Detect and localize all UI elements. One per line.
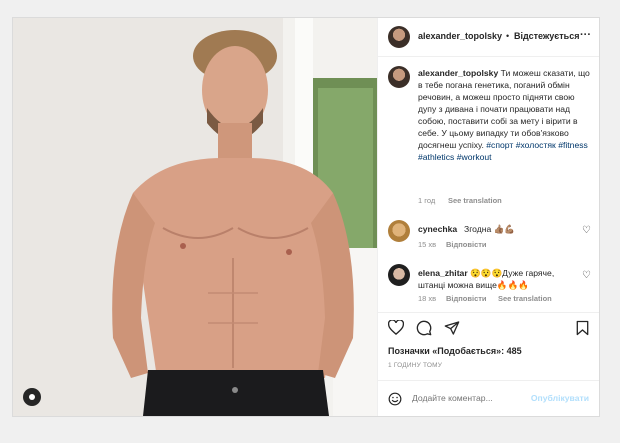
- author-avatar[interactable]: [388, 26, 410, 48]
- heart-icon[interactable]: [388, 320, 404, 335]
- comment-like-heart-icon[interactable]: ♡: [582, 225, 591, 236]
- comment-item: cynechka Згодна 👍🏽💪🏽 ♡ 15 хв Відповісти: [378, 220, 599, 256]
- caption-see-translation[interactable]: See translation: [448, 196, 502, 205]
- caption-avatar[interactable]: [388, 66, 410, 88]
- comment-avatar[interactable]: [388, 220, 410, 242]
- post-actions: [378, 318, 599, 338]
- comment-username[interactable]: elena_zhitar: [418, 268, 468, 278]
- author-username[interactable]: alexander_topolsky: [418, 31, 502, 41]
- hashtag-fitness[interactable]: #fitness: [558, 140, 588, 150]
- actions-divider: [378, 312, 599, 313]
- comment-time[interactable]: 15 хв: [418, 240, 436, 249]
- hashtag-bachelor[interactable]: #холостяк: [516, 140, 556, 150]
- caption-username[interactable]: alexander_topolsky: [418, 68, 498, 78]
- instagram-post-card: alexander_topolsky • Відстежується ··· a…: [12, 17, 600, 417]
- bookmark-icon[interactable]: [576, 320, 589, 336]
- comment-reply-button[interactable]: Відповісти: [446, 240, 487, 249]
- caption-meta: 1 год See translation: [378, 196, 599, 208]
- more-options-button[interactable]: ···: [580, 29, 591, 41]
- post-timestamp[interactable]: 1 ГОДИНУ ТОМУ: [388, 362, 442, 369]
- comment-time[interactable]: 18 хв: [418, 294, 436, 303]
- comment-see-translation[interactable]: See translation: [498, 294, 552, 303]
- hashtag-athletics[interactable]: #athletics: [418, 152, 454, 162]
- comment-reply-button[interactable]: Відповісти: [446, 294, 487, 303]
- comment-like-heart-icon[interactable]: ♡: [582, 270, 591, 281]
- following-button[interactable]: Відстежується: [514, 31, 579, 41]
- header-separator: •: [506, 31, 510, 41]
- post-photo-illustration: [13, 18, 377, 416]
- likes-count[interactable]: Позначки «Подобається»: 485: [388, 346, 522, 356]
- comment-avatar[interactable]: [388, 264, 410, 286]
- comment-username[interactable]: cynechka: [418, 224, 457, 234]
- tagged-user-icon[interactable]: [23, 388, 41, 406]
- post-photo[interactable]: [13, 18, 377, 416]
- post-side-panel: alexander_topolsky • Відстежується ··· a…: [377, 18, 599, 416]
- comment-text: Згодна 👍🏽💪🏽: [464, 224, 516, 234]
- header-divider: [378, 56, 599, 57]
- hashtag-workout[interactable]: #workout: [457, 152, 492, 162]
- comment-input[interactable]: [412, 390, 532, 406]
- share-icon[interactable]: [444, 320, 460, 336]
- smiley-icon[interactable]: [388, 392, 402, 406]
- publish-button[interactable]: Опублікувати: [531, 393, 589, 403]
- comment-icon[interactable]: [416, 320, 432, 336]
- hashtag-sport[interactable]: #спорт: [486, 140, 513, 150]
- comment-item: elena_zhitar 😯😯😯Дуже гаряче, штанці можн…: [378, 264, 599, 308]
- caption-time[interactable]: 1 год: [418, 196, 435, 205]
- post-header: alexander_topolsky • Відстежується ···: [378, 18, 599, 56]
- add-comment-bar: Опублікувати: [378, 381, 599, 416]
- caption-text: Ти можеш сказати, що в тебе погана генет…: [418, 68, 590, 150]
